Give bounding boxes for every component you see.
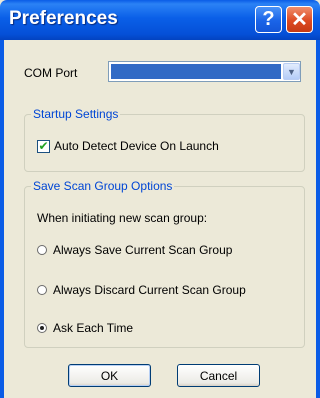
chevron-down-icon: ▼ <box>287 66 296 77</box>
close-button[interactable]: ✕ <box>286 6 313 33</box>
radio-label-always-save[interactable]: Always Save Current Scan Group <box>53 243 232 257</box>
preferences-dialog: Preferences ? ✕ COM Port ▼ Startup Setti… <box>0 0 320 398</box>
radio-button-ask-each-time[interactable] <box>37 323 47 333</box>
help-button[interactable]: ? <box>255 6 282 33</box>
radio-button-always-discard[interactable] <box>37 285 47 295</box>
startup-settings-legend: Startup Settings <box>31 107 121 121</box>
radio-option-ask-each-time[interactable]: Ask Each Time <box>37 321 133 335</box>
radio-option-always-discard[interactable]: Always Discard Current Scan Group <box>37 283 246 297</box>
save-scan-group-options: Save Scan Group Options When initiating … <box>24 179 305 348</box>
com-port-label: COM Port <box>24 66 78 80</box>
title-bar[interactable]: Preferences ? ✕ <box>0 0 320 40</box>
radio-label-ask-each-time[interactable]: Ask Each Time <box>53 321 133 335</box>
window-title: Preferences <box>9 8 118 29</box>
com-port-selected-value <box>111 64 281 79</box>
window-frame-left <box>0 40 4 398</box>
scan-group-instruction: When initiating new scan group: <box>37 211 208 225</box>
radio-label-always-discard[interactable]: Always Discard Current Scan Group <box>53 283 246 297</box>
ok-button[interactable]: OK <box>68 364 151 387</box>
com-port-select[interactable]: ▼ <box>108 61 301 82</box>
auto-detect-checkbox-row[interactable]: ✔ Auto Detect Device On Launch <box>37 139 219 153</box>
radio-button-always-save[interactable] <box>37 245 47 255</box>
checkmark-icon: ✔ <box>38 139 49 153</box>
startup-settings-group: Startup Settings ✔ Auto Detect Device On… <box>24 107 305 172</box>
help-icon: ? <box>262 8 275 30</box>
cancel-button[interactable]: Cancel <box>177 364 260 387</box>
dropdown-arrow-button[interactable]: ▼ <box>283 63 300 80</box>
close-icon: ✕ <box>291 9 308 31</box>
window-frame-right <box>316 40 320 398</box>
auto-detect-checkbox[interactable]: ✔ <box>37 139 50 153</box>
save-scan-group-legend: Save Scan Group Options <box>31 179 175 193</box>
radio-option-always-save[interactable]: Always Save Current Scan Group <box>37 243 232 257</box>
auto-detect-label[interactable]: Auto Detect Device On Launch <box>54 139 219 153</box>
